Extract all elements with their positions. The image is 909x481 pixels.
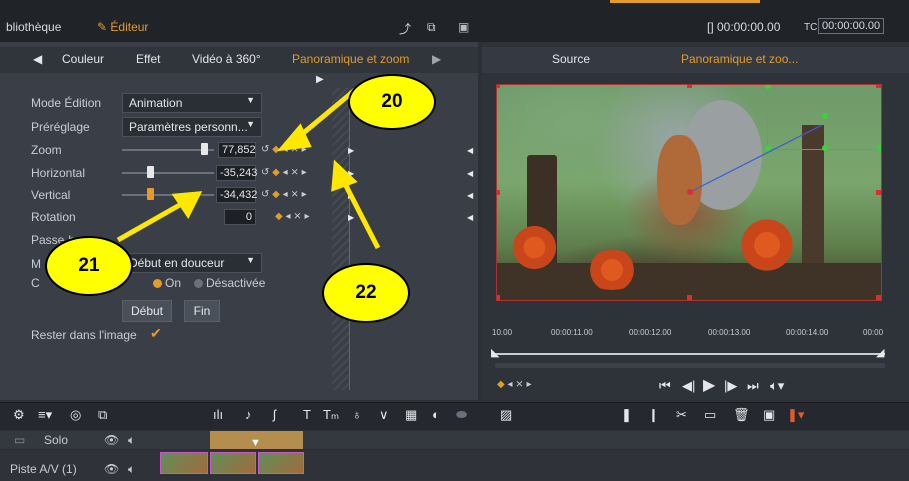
callout-21: 21 bbox=[45, 236, 133, 296]
annotation-arrows bbox=[116, 88, 381, 250]
callout-20: 20 bbox=[348, 74, 436, 130]
callout-22: 22 bbox=[322, 263, 410, 323]
